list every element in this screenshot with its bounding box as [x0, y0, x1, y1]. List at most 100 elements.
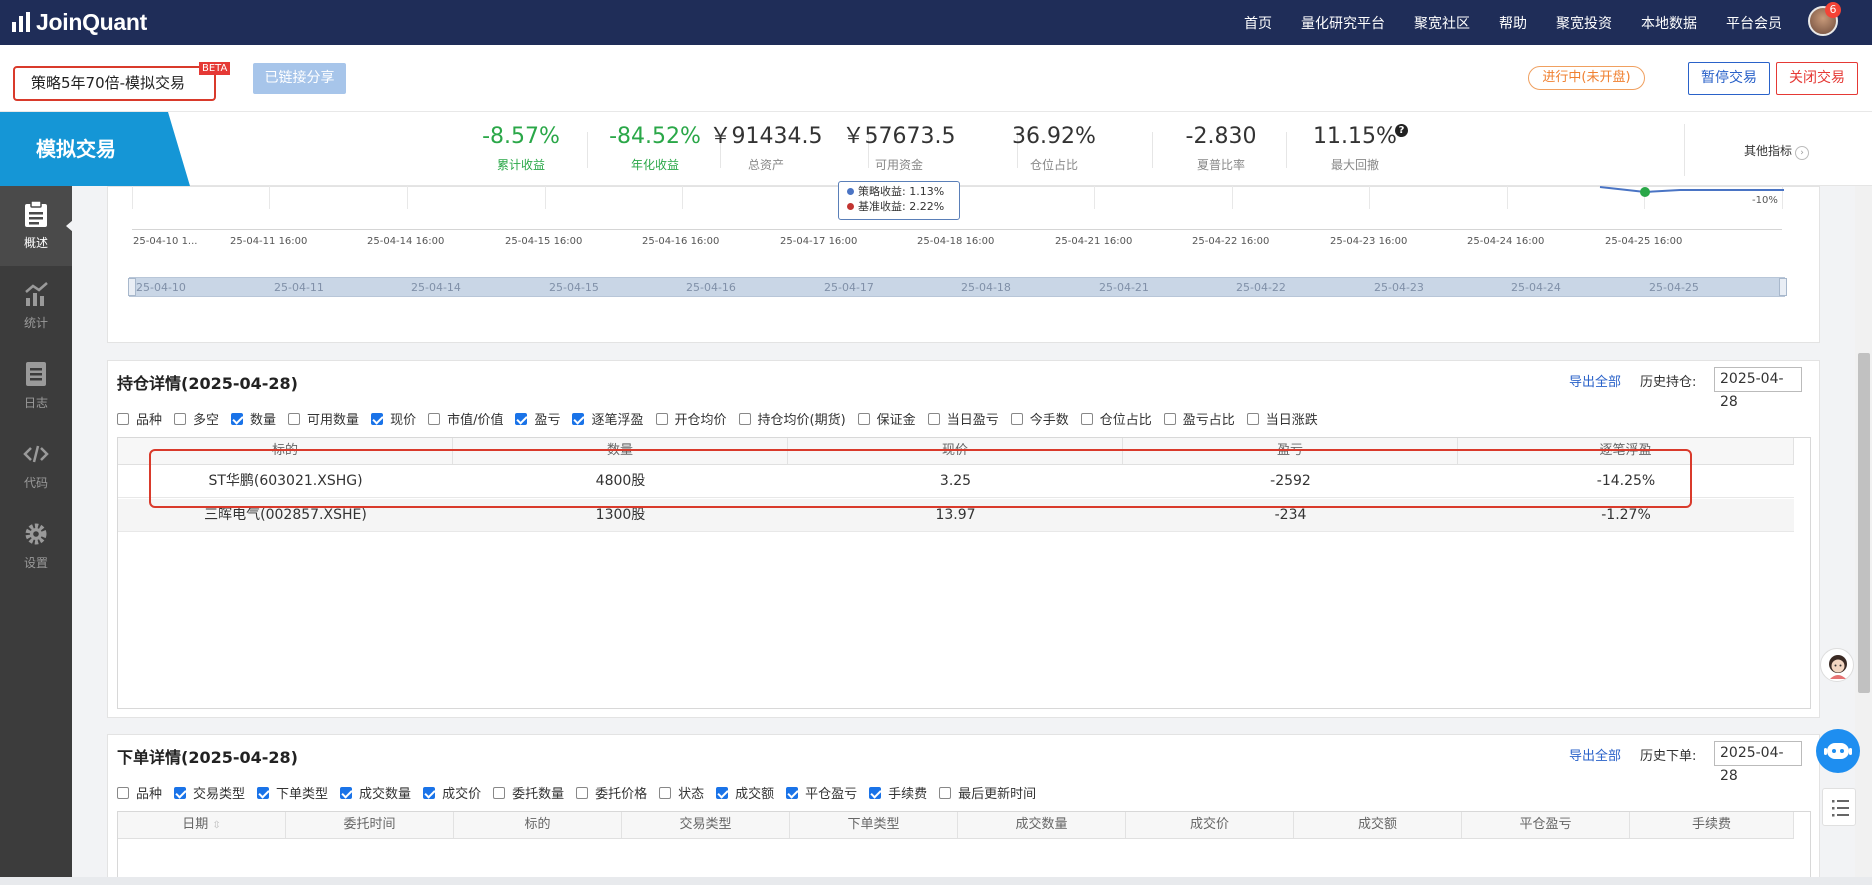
chatbot-icon[interactable]: [1816, 729, 1860, 773]
toggle-margin[interactable]: 保证金: [857, 409, 916, 428]
list-menu-icon[interactable]: [1822, 788, 1856, 826]
nav-research[interactable]: 量化研究平台: [1301, 13, 1385, 33]
toggle-close-pnl[interactable]: 平仓盈亏: [786, 783, 857, 802]
other-metrics-link[interactable]: 其他指标 ›: [1744, 142, 1810, 160]
nav-help[interactable]: 帮助: [1499, 13, 1527, 33]
strategy-name[interactable]: 策略5年70倍-模拟交易: [13, 66, 216, 101]
sidebar-item-stats[interactable]: 统计: [0, 266, 72, 346]
toggle-order-price[interactable]: 委托价格: [576, 783, 647, 802]
orders-date-picker[interactable]: 2025-04-28: [1714, 741, 1802, 784]
toggle-order-qty[interactable]: 委托数量: [493, 783, 564, 802]
checkbox: [716, 786, 729, 799]
current-point-marker: [1640, 187, 1650, 197]
toggle-filled-price[interactable]: 成交价: [423, 783, 481, 802]
col-header[interactable]: 手续费: [1630, 812, 1794, 838]
metric-label: 总资产: [747, 158, 784, 172]
toggle-order-type[interactable]: 下单类型: [257, 783, 328, 802]
x-axis: [132, 229, 1782, 230]
toggle-pnl-ratio[interactable]: 盈亏占比: [1163, 409, 1235, 428]
toggle-open-avg[interactable]: 开仓均价: [655, 409, 727, 428]
x-tick-label: 25-04-17 16:00: [780, 236, 858, 247]
toggle-filled-qty[interactable]: 成交数量: [340, 783, 411, 802]
active-indicator: [66, 220, 73, 232]
grid-line: [407, 186, 408, 209]
toggle-variety[interactable]: 品种: [117, 409, 162, 428]
x-tick-label: 25-04-22 16:00: [1192, 236, 1270, 247]
positions-export-link[interactable]: 导出全部: [1569, 371, 1621, 390]
close-trading-button[interactable]: 关闭交易: [1776, 62, 1858, 95]
toggle-fee[interactable]: 手续费: [869, 783, 927, 802]
metric-value: ￥91434.5: [709, 124, 823, 149]
metric-label: 最大回撤: [1330, 158, 1379, 172]
joinquant-logo[interactable]: JoinQuant: [12, 8, 147, 36]
toggle-status[interactable]: 状态: [659, 783, 704, 802]
nav-invest[interactable]: 聚宽投资: [1556, 13, 1612, 33]
orders-export-link[interactable]: 导出全部: [1569, 745, 1621, 764]
pause-trading-button[interactable]: 暂停交易: [1688, 62, 1770, 95]
x-tick-label: 25-04-10 1...: [133, 236, 198, 247]
nav-local-data[interactable]: 本地数据: [1641, 13, 1697, 33]
checkbox: [1163, 412, 1176, 425]
nav-community[interactable]: 聚宽社区: [1414, 13, 1470, 33]
checkbox: [288, 412, 301, 425]
checkbox: [174, 786, 187, 799]
sidebar-item-label: 概述: [23, 236, 48, 250]
share-link-button[interactable]: 已链接分享: [253, 63, 346, 94]
col-header[interactable]: 成交额: [1294, 812, 1462, 838]
toggle-price[interactable]: 现价: [371, 409, 416, 428]
col-header[interactable]: 下单类型: [790, 812, 958, 838]
checkbox: [659, 786, 672, 799]
toggle-pnl[interactable]: 盈亏: [515, 409, 560, 428]
col-header[interactable]: 交易类型: [622, 812, 790, 838]
nav-membership[interactable]: 平台会员: [1726, 13, 1782, 33]
x-tick-label: 25-04-11 16:00: [230, 236, 308, 247]
toggle-trade-type[interactable]: 交易类型: [174, 783, 245, 802]
col-header[interactable]: 成交价: [1126, 812, 1294, 838]
toggle-daily-pnl[interactable]: 当日盈亏: [927, 409, 999, 428]
toggle-last-update[interactable]: 最后更新时间: [939, 783, 1036, 802]
col-header[interactable]: 委托时间: [286, 812, 454, 838]
help-icon[interactable]: ?: [1395, 124, 1408, 137]
toggle-filled-amount[interactable]: 成交额: [716, 783, 774, 802]
orders-history-label: 历史下单:: [1640, 749, 1697, 764]
toggle-variety[interactable]: 品种: [117, 783, 162, 802]
col-header[interactable]: 标的: [454, 812, 622, 838]
sidebar-item-log[interactable]: 日志: [0, 346, 72, 426]
toggle-float-pnl[interactable]: 逐笔浮盈: [572, 409, 644, 428]
positions-column-toggles: 品种 多空 数量 可用数量 现价 市值/价值 盈亏 逐笔浮盈 开仓均价 持仓均价…: [117, 409, 1330, 428]
slider-right-handle[interactable]: [1779, 278, 1787, 296]
toggle-market-value[interactable]: 市值/价值: [428, 409, 503, 428]
sort-icon: ⇳: [212, 820, 221, 831]
nav-home[interactable]: 首页: [1244, 13, 1272, 33]
orders-title: 下单详情(2025-04-28): [117, 748, 298, 767]
toggle-daily-change[interactable]: 当日涨跌: [1246, 409, 1318, 428]
tooltip-benchmark: 基准收益: 2.22%: [858, 200, 945, 213]
checkbox: [857, 412, 870, 425]
scrollbar-thumb[interactable]: [1858, 353, 1870, 693]
sidebar-item-overview[interactable]: 概述: [0, 186, 72, 266]
toggle-position-ratio[interactable]: 仓位占比: [1080, 409, 1152, 428]
checkbox: [423, 786, 436, 799]
slider-label: 25-04-22: [1236, 281, 1286, 294]
col-header[interactable]: 平仓盈亏: [1462, 812, 1630, 838]
checkbox: [174, 412, 187, 425]
col-header[interactable]: 成交数量: [958, 812, 1126, 838]
gear-icon: [25, 523, 47, 545]
positions-title: 持仓详情(2025-04-28): [117, 374, 298, 393]
sidebar-item-code[interactable]: 代码: [0, 426, 72, 506]
toggle-today-lots[interactable]: 今手数: [1010, 409, 1069, 428]
metric-label: 仓位占比: [1029, 158, 1078, 172]
positions-date-picker[interactable]: 2025-04-28: [1714, 367, 1802, 410]
sidebar-item-settings[interactable]: 设置: [0, 506, 72, 586]
toggle-long-short[interactable]: 多空: [174, 409, 219, 428]
toggle-available-qty[interactable]: 可用数量: [288, 409, 359, 428]
orders-table-header: 日期 ⇳ 委托时间 标的 交易类型 下单类型 成交数量 成交价 成交额 平仓盈亏…: [118, 812, 1794, 839]
toggle-quantity[interactable]: 数量: [231, 409, 276, 428]
checkbox: [786, 786, 799, 799]
section-label: 模拟交易: [0, 112, 190, 186]
toggle-hold-avg-futures[interactable]: 持仓均价(期货): [738, 409, 846, 428]
col-header-date[interactable]: 日期 ⇳: [118, 812, 286, 838]
assistant-avatar-icon[interactable]: [1820, 648, 1854, 682]
main-nav: 首页 量化研究平台 聚宽社区 帮助 聚宽投资 本地数据 平台会员: [1244, 0, 1782, 45]
slider-left-handle[interactable]: [128, 278, 136, 296]
